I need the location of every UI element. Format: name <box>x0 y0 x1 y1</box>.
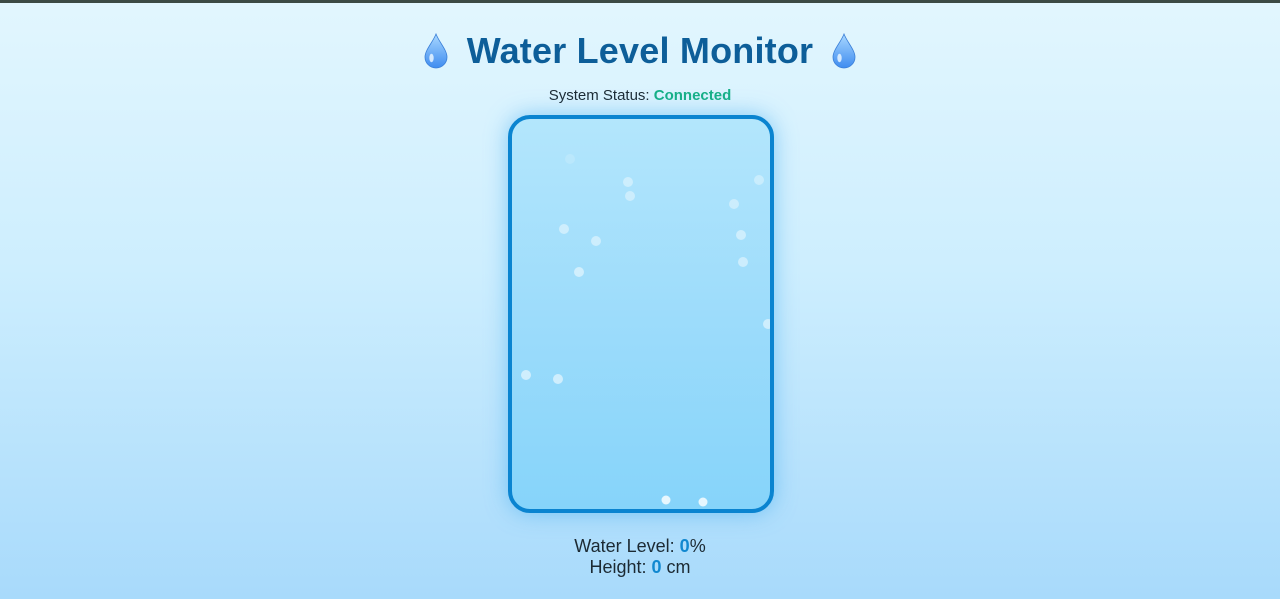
bubble <box>559 224 569 234</box>
height-label: Height: <box>589 557 647 577</box>
page-header: Water Level Monitor <box>0 30 1280 72</box>
bubble <box>623 177 633 187</box>
bubble <box>591 236 601 246</box>
level-readout: Water Level: 0% Height: 0 cm <box>0 536 1280 578</box>
bubble <box>738 257 748 267</box>
tank-bubbles <box>521 154 770 507</box>
water-level-line: Water Level: 0% <box>0 536 1280 557</box>
bubble <box>565 154 575 164</box>
bubble <box>625 191 635 201</box>
bubble <box>729 199 739 209</box>
system-status: System Status: Connected <box>0 87 1280 104</box>
top-border <box>0 0 1280 3</box>
bubble <box>736 230 746 240</box>
bubble <box>661 495 671 505</box>
water-level-value: 0 <box>679 536 690 556</box>
height-line: Height: 0 cm <box>0 557 1280 578</box>
bubble <box>754 175 764 185</box>
bubble <box>553 374 563 384</box>
height-value: 0 <box>651 557 662 577</box>
height-unit: cm <box>666 557 691 577</box>
bubble <box>763 319 770 329</box>
water-level-label: Water Level: <box>574 536 675 556</box>
bubble <box>698 497 708 507</box>
bubble <box>521 370 531 380</box>
page-title: Water Level Monitor <box>466 30 814 71</box>
water-drop-icon <box>424 33 448 69</box>
water-tank <box>508 115 774 513</box>
water-drop-icon <box>832 33 856 69</box>
bubble <box>574 267 584 277</box>
status-value: Connected <box>653 87 732 104</box>
water-level-unit: % <box>689 536 706 556</box>
status-label: System Status: <box>548 87 650 104</box>
